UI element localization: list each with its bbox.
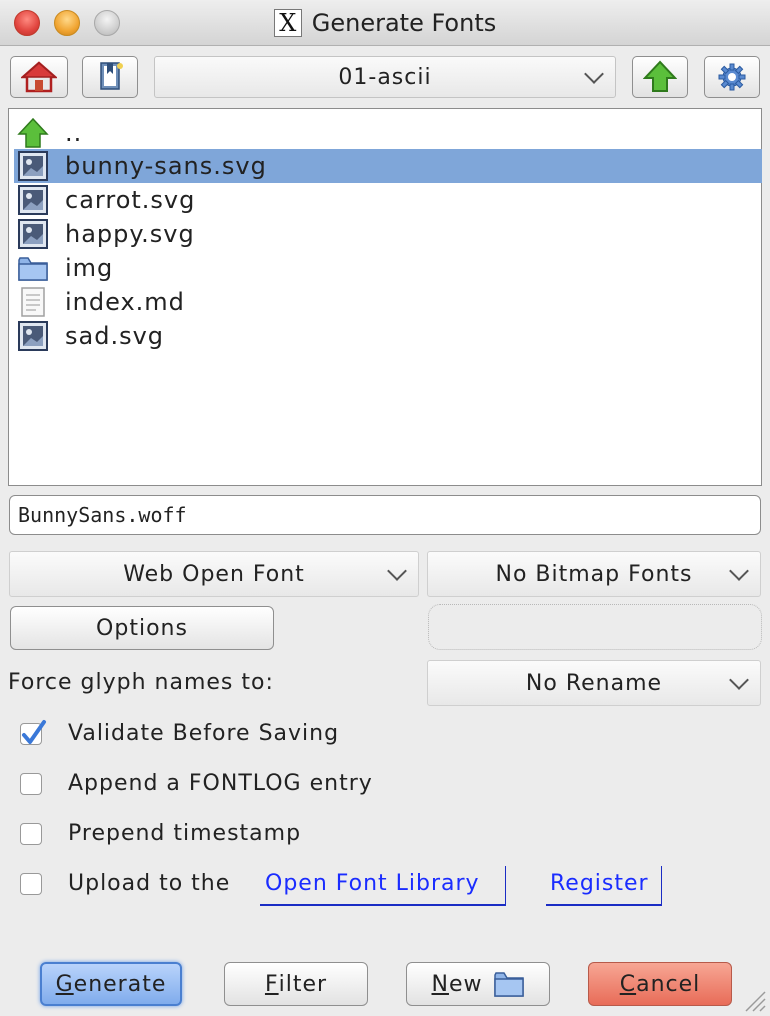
resize-grip-icon[interactable] [744,990,766,1012]
settings-button[interactable] [704,56,760,98]
register-link[interactable]: Register [550,871,649,896]
file-name: carrot.svg [65,186,196,214]
chevron-down-icon [729,670,749,690]
timestamp-checkbox[interactable] [20,823,42,845]
fontlog-checkbox[interactable] [20,773,42,795]
home-button[interactable] [10,56,68,98]
folder-icon [493,972,524,997]
image-file-icon [18,151,48,181]
new-label: ew [448,971,483,997]
filename-input[interactable]: BunnySans.woff [9,495,761,535]
file-name: bunny-sans.svg [65,152,267,180]
cancel-button[interactable]: Cancel [588,962,732,1006]
file-list[interactable]: .. bunny-sans.svg carrot.svg happy.svg i… [8,108,762,486]
validate-checkbox[interactable] [20,720,46,745]
chevron-down-icon [729,561,749,581]
upload-label: Upload to the [68,871,231,896]
checkmark-icon [22,720,46,744]
file-name: img [65,254,114,282]
file-row[interactable]: img [9,251,761,285]
file-row[interactable]: index.md [9,285,761,319]
file-name: happy.svg [65,220,195,248]
font-format-value: Web Open Font [123,561,305,587]
chevron-down-icon [584,64,604,84]
file-name: index.md [65,288,185,316]
font-format-select[interactable]: Web Open Font [9,551,419,597]
bitmap-format-select[interactable]: No Bitmap Fonts [427,551,761,597]
directory-value: 01-ascii [338,64,432,90]
open-font-library-link[interactable]: Open Font Library [265,871,480,896]
bitmap-options-frame [428,604,762,650]
file-row[interactable]: .. [9,116,761,150]
image-file-icon [18,219,48,249]
file-row[interactable]: happy.svg [9,217,761,251]
home-icon [21,61,57,93]
options-button[interactable]: Options [10,606,274,650]
image-file-icon [18,185,48,215]
up-directory-button[interactable] [632,56,688,98]
generate-button[interactable]: Generate [40,962,182,1006]
gear-icon [718,63,746,91]
new-folder-button[interactable]: New [406,962,550,1006]
cancel-mnemonic: C [619,971,637,997]
file-row[interactable]: sad.svg [9,319,761,353]
window-title-group: X Generate Fonts [0,8,770,38]
bitmap-format-value: No Bitmap Fonts [495,561,693,587]
text-file-icon [21,287,45,317]
validate-label: Validate Before Saving [68,721,340,746]
filter-label: ilter [278,971,328,997]
parent-dir-icon [17,117,49,148]
bookmarks-icon [100,62,123,90]
glyph-rename-value: No Rename [525,670,663,696]
timestamp-label: Prepend timestamp [68,821,302,846]
fontlog-label: Append a FONTLOG entry [68,771,373,796]
file-name: sad.svg [65,322,165,350]
glyph-names-label: Force glyph names to: [8,670,274,695]
upload-checkbox[interactable] [20,873,42,895]
glyph-rename-select[interactable]: No Rename [427,660,761,706]
file-row[interactable]: carrot.svg [9,183,761,217]
file-row-selected[interactable]: bunny-sans.svg [14,149,762,183]
options-button-label: Options [96,615,188,641]
filter-button[interactable]: Filter [224,962,368,1006]
new-mnemonic: N [431,971,449,997]
generate-mnemonic: G [55,971,74,997]
x11-app-icon: X [273,9,302,37]
title-bar: X Generate Fonts [0,0,770,46]
filter-mnemonic: F [264,971,279,997]
window-title: Generate Fonts [311,9,497,37]
up-arrow-icon [643,60,677,92]
file-name: .. [65,119,83,147]
bookmarks-button[interactable] [82,56,138,98]
directory-select[interactable]: 01-ascii [154,56,616,98]
generate-label: enerate [73,971,167,997]
chevron-down-icon [387,561,407,581]
folder-icon [18,257,48,281]
image-file-icon [18,321,48,351]
cancel-label: ancel [636,971,701,997]
